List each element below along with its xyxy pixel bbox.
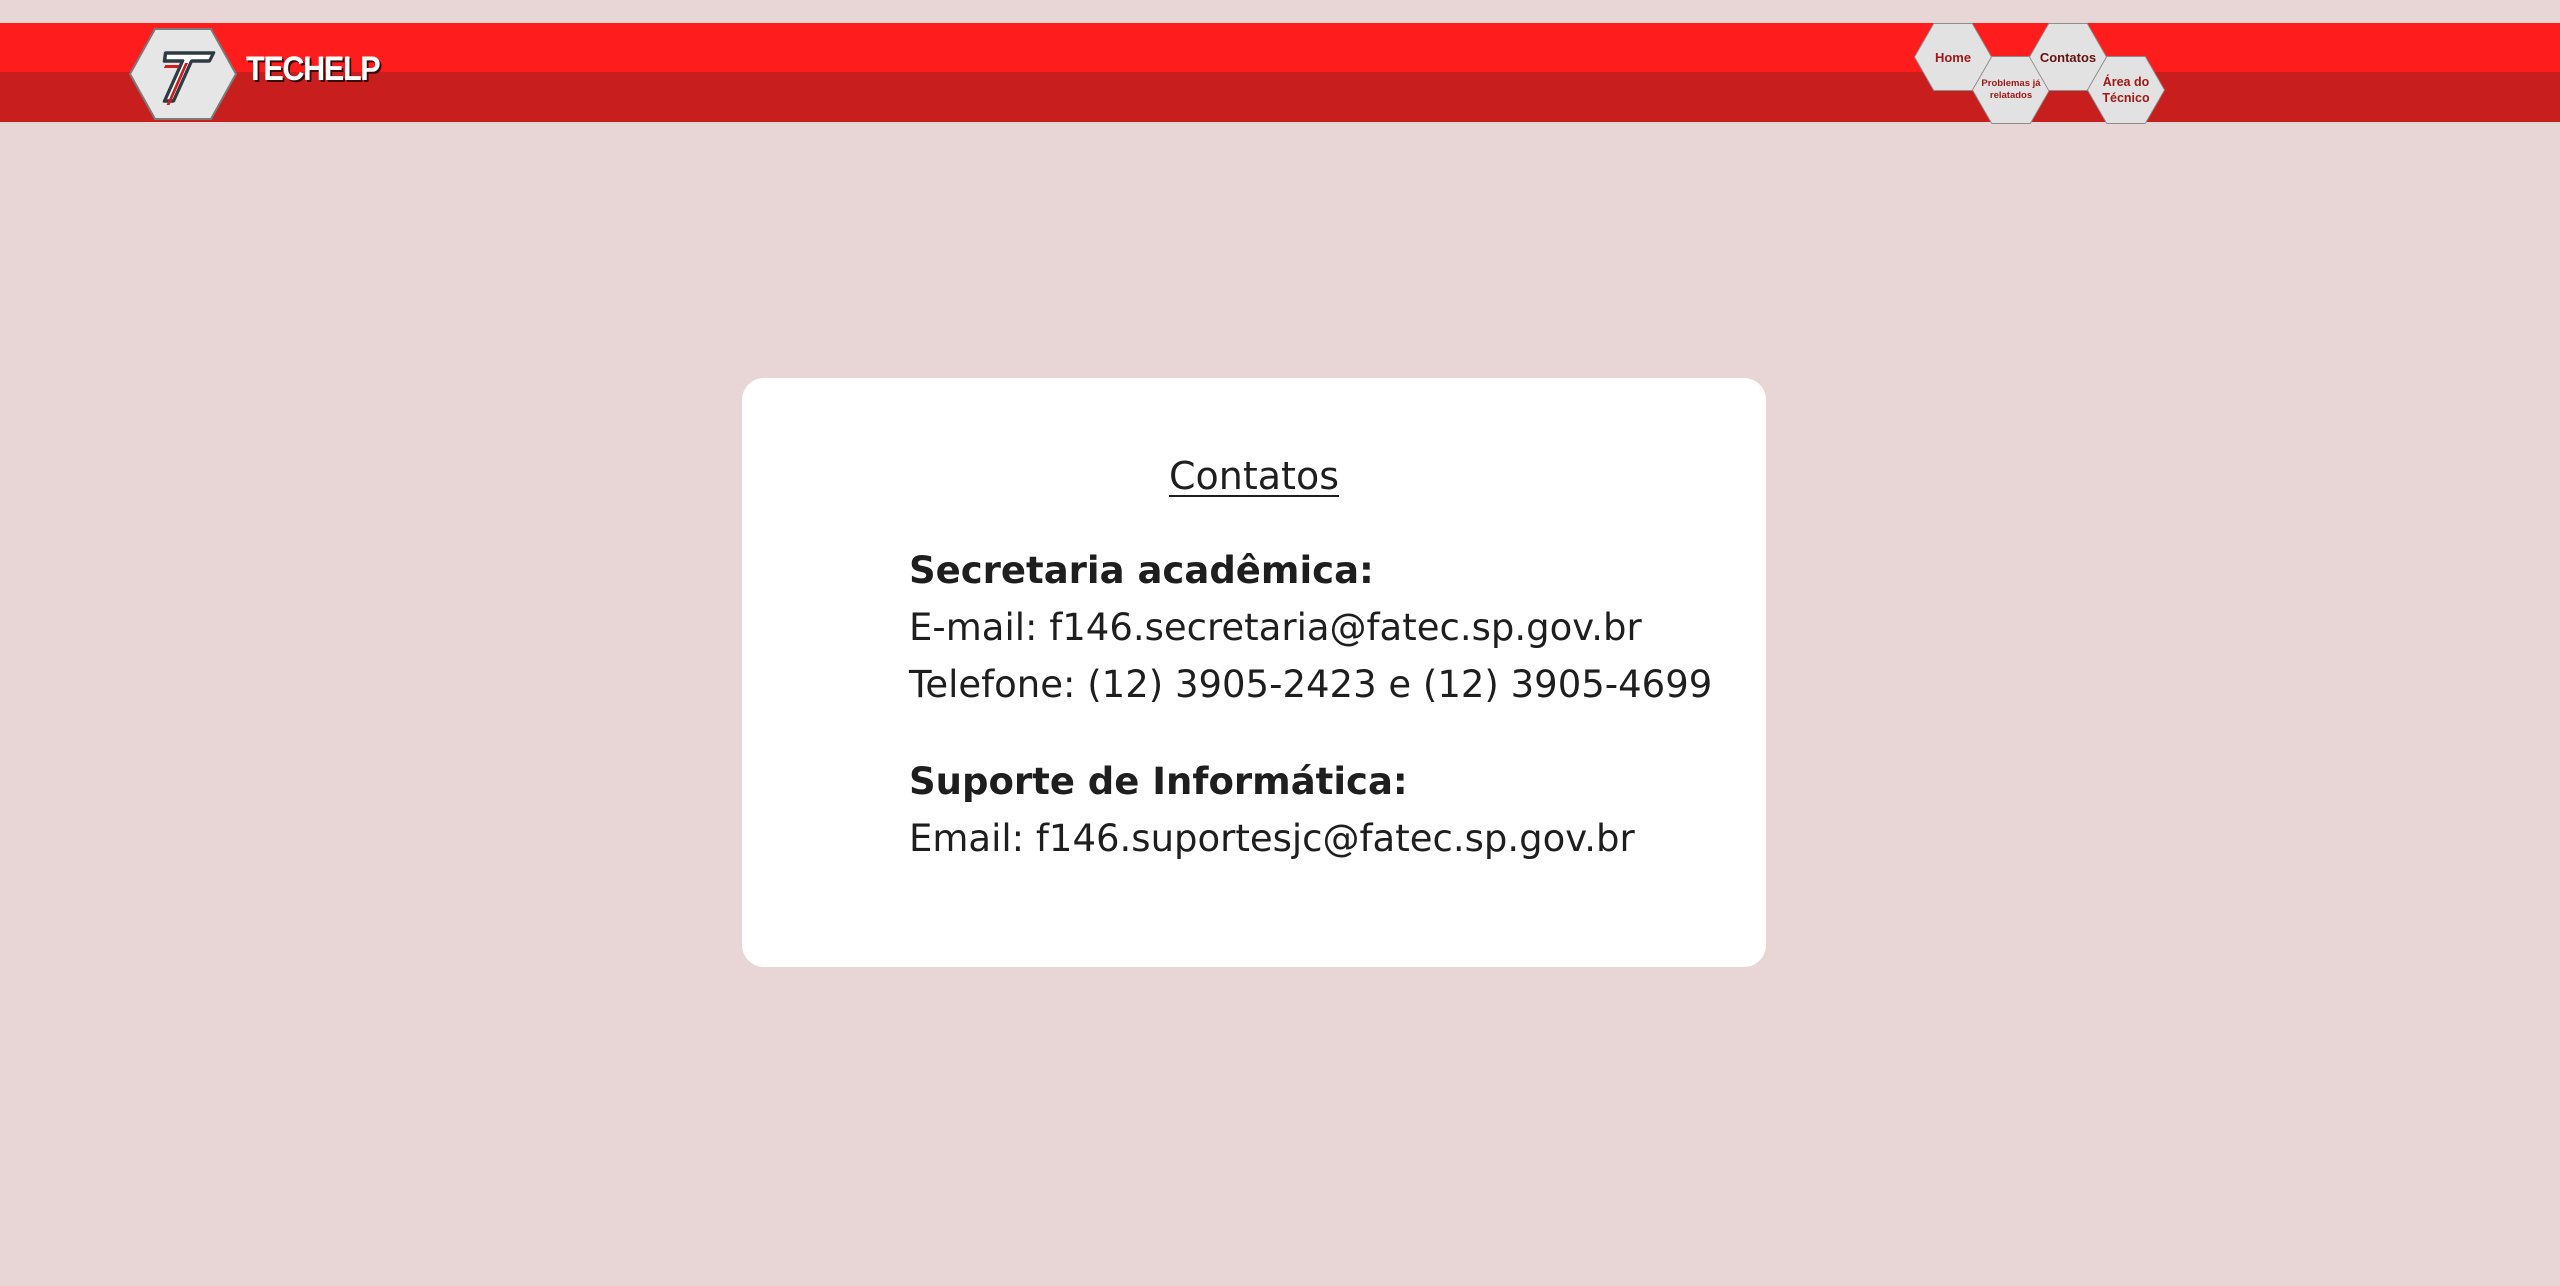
secretaria-section: Secretaria acadêmica: E-mail: f146.secre… [909,542,1712,713]
suporte-section: Suporte de Informática: Email: f146.supo… [909,753,1635,867]
secretaria-phone: Telefone: (12) 3905-2423 e (12) 3905-469… [909,663,1713,706]
contacts-card: Contatos Secretaria acadêmica: E-mail: f… [742,378,1766,967]
page-title: Contatos [1169,454,1339,498]
site-header [0,23,2560,122]
secretaria-heading: Secretaria acadêmica: [909,549,1374,592]
techelp-logo-icon[interactable] [128,27,238,121]
brand-name: TECHELP [246,50,381,88]
top-strip [0,0,2560,23]
suporte-email: Email: f146.suportesjc@fatec.sp.gov.br [909,817,1635,860]
secretaria-email: E-mail: f146.secretaria@fatec.sp.gov.br [909,606,1642,649]
suporte-heading: Suporte de Informática: [909,760,1408,803]
